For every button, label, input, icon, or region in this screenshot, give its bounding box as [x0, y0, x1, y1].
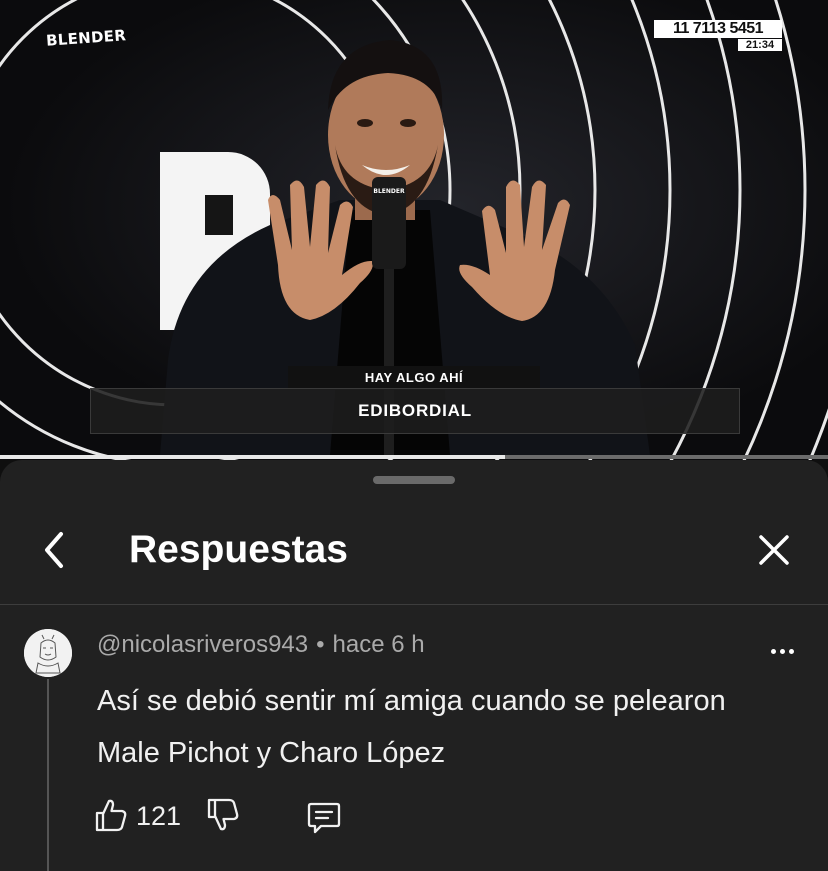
avatar-sketch-icon [24, 629, 72, 677]
sheet-title: Respuestas [129, 528, 348, 571]
progress-bar[interactable] [0, 455, 828, 459]
sheet-header: Respuestas [0, 510, 828, 604]
comment-actions: 121 [94, 797, 394, 837]
comment-meta: @nicolasriveros943 • hace 6 h [97, 631, 425, 659]
more-dot [788, 648, 794, 654]
comment-author[interactable]: @nicolasriveros943 [97, 631, 308, 658]
comment-item: @nicolasriveros943 • hace 6 h Así se debió… [0, 605, 828, 871]
lower-third-title: EDIBORDIAL [90, 388, 740, 434]
like-count: 121 [136, 801, 182, 831]
replies-sheet: Respuestas @nicolasriveros943 • hace 6 h… [0, 460, 828, 871]
close-icon [759, 535, 789, 565]
lower-third: HAY ALGO AHÍ EDIBORDIAL [90, 366, 740, 436]
comment-time: hace 6 h [332, 631, 425, 658]
more-vertical-icon [770, 648, 776, 654]
close-button[interactable] [750, 526, 798, 574]
broadcast-time: 21:34 [738, 39, 782, 51]
thumbs-down-icon[interactable] [206, 797, 240, 833]
back-button[interactable] [30, 526, 78, 574]
thread-line [47, 679, 49, 871]
mic-label: BLENDER [373, 188, 405, 195]
meta-separator: • [316, 631, 325, 658]
thumbs-up-icon[interactable] [94, 797, 128, 833]
more-dot [779, 648, 785, 654]
chevron-left-icon [45, 532, 63, 568]
avatar[interactable] [24, 629, 72, 677]
more-options-button[interactable] [766, 639, 798, 663]
reply-icon[interactable] [306, 799, 342, 835]
progress-fill [0, 455, 506, 459]
drag-handle[interactable] [373, 476, 455, 484]
phone-number: 11 7113 5451 [654, 20, 782, 38]
video-player[interactable]: BLENDER BLENDER 11 7113 5451 21:34 HAY A… [0, 0, 828, 460]
comment-text: Así se debió sentir mí amiga cuando se p… [97, 685, 726, 769]
lower-third-heading: HAY ALGO AHÍ [288, 366, 540, 390]
phone-badge: 11 7113 5451 21:34 [654, 20, 782, 51]
